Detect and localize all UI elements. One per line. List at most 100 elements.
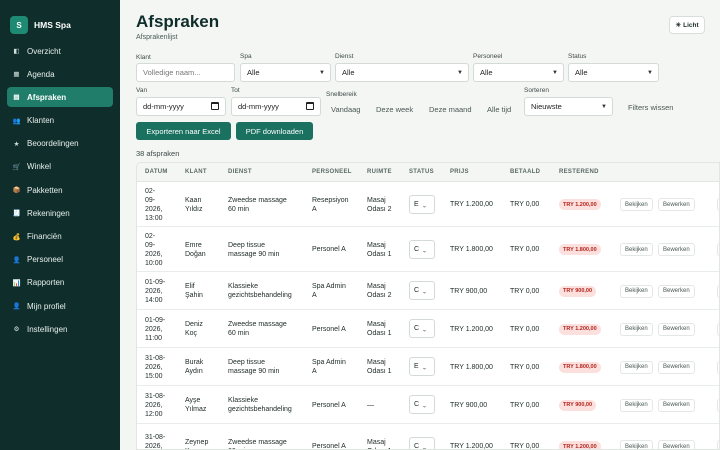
- sidebar-item-personeel[interactable]: 👤 Personeel: [7, 250, 113, 270]
- status-select[interactable]: C ⌃: [409, 319, 435, 338]
- client-cell-line: Deniz: [185, 321, 203, 328]
- sidebar-item-instellingen[interactable]: ⚙ Instellingen: [7, 319, 113, 339]
- status-value: C: [414, 442, 420, 450]
- status-select[interactable]: C ⌃: [409, 239, 435, 259]
- edit-button[interactable]: Bewerken: [658, 398, 695, 412]
- appointment-count: 38 afspraken: [136, 149, 180, 158]
- edit-button[interactable]: Bewerken: [658, 360, 695, 374]
- room-cell-line: Odası 1: [367, 330, 392, 337]
- service-select-value: Alle: [342, 68, 355, 77]
- spa-select-value: Alle: [247, 68, 260, 77]
- status-filter-label: Status: [568, 53, 587, 60]
- status-value: E: [414, 363, 419, 370]
- edit-button[interactable]: Bewerken: [658, 198, 695, 211]
- quick-all-time-button[interactable]: Alle tijd: [487, 105, 511, 114]
- date-cell: 02- 09- 2026, 10:00: [145, 232, 163, 268]
- view-button[interactable]: Bekijken: [620, 322, 653, 336]
- quick-this-week-button[interactable]: Deze week: [376, 105, 413, 114]
- status-select[interactable]: Alle ▼: [568, 63, 659, 82]
- quick-this-month-button[interactable]: Deze maand: [429, 105, 472, 114]
- theme-toggle-button[interactable]: ☀ Licht: [669, 16, 705, 34]
- status-select[interactable]: C ⌃: [409, 436, 435, 450]
- chevron-down-icon: ⌃: [422, 287, 428, 293]
- sidebar-item-overzicht[interactable]: ◧ Overzicht: [7, 41, 113, 61]
- quick-today-button[interactable]: Vandaag: [331, 105, 360, 114]
- sidebar-item-mijn-profiel[interactable]: 👤 Mijn profiel: [7, 296, 113, 316]
- staff-cell-line: Spa Admin: [312, 283, 346, 290]
- staff-select[interactable]: Alle ▼: [473, 63, 564, 82]
- staff-cell: Personel A: [312, 245, 346, 254]
- status-select-value: Alle: [575, 68, 588, 77]
- sidebar-item-rapporten[interactable]: 📊 Rapporten: [7, 273, 113, 293]
- status-select[interactable]: C ⌃: [409, 281, 435, 300]
- gear-icon: ⚙: [13, 326, 20, 334]
- to-date-input[interactable]: dd-mm-yyyy: [231, 97, 321, 116]
- sidebar-item-label: Personeel: [27, 255, 64, 265]
- status-value: C: [414, 287, 420, 294]
- chevron-down-icon: ▼: [647, 69, 653, 76]
- service-cell-line: Zweedse massage: [228, 438, 287, 446]
- package-icon: 📦: [12, 187, 21, 195]
- date-cell-line: 02-: [145, 232, 156, 240]
- paid-cell: TRY 0,00: [510, 443, 540, 450]
- calendar-icon: [211, 102, 219, 110]
- view-button[interactable]: Bekijken: [620, 440, 653, 449]
- sidebar-item-winkel[interactable]: 🛒 Winkel: [7, 157, 113, 177]
- spa-select[interactable]: Alle ▼: [240, 63, 331, 82]
- sidebar-item-beoordelingen[interactable]: ★ Beoordelingen: [7, 134, 113, 154]
- price-cell: TRY 900,00: [450, 287, 488, 295]
- status-select[interactable]: E ⌃: [409, 357, 435, 376]
- star-icon: ★: [13, 140, 20, 148]
- client-cell-line: Şahin: [185, 292, 203, 299]
- view-button[interactable]: Bekijken: [620, 398, 653, 412]
- profile-icon: 👤: [12, 303, 21, 311]
- view-button[interactable]: Bekijken: [620, 360, 653, 374]
- download-pdf-button[interactable]: PDF downloaden: [236, 122, 313, 140]
- export-excel-button[interactable]: Exporteren naar Excel: [136, 122, 231, 140]
- price-cell: TRY 1.800,00: [450, 246, 493, 253]
- client-cell-line: Zeynep: [185, 438, 209, 446]
- column-header-ruimte: RUIMTE: [367, 169, 392, 175]
- edit-button[interactable]: Bewerken: [658, 243, 695, 256]
- date-cell-line: 2026,: [145, 287, 163, 295]
- clear-filters-button[interactable]: Filters wissen: [628, 103, 673, 112]
- sidebar-item-pakketten[interactable]: 📦 Pakketten: [7, 180, 113, 200]
- sidebar-item-agenda[interactable]: ▦ Agenda: [7, 64, 113, 84]
- to-date-label: Tot: [231, 87, 240, 94]
- sidebar-item-klanten[interactable]: 👥 Klanten: [7, 111, 113, 131]
- sidebar-item-label: Overzicht: [27, 46, 61, 56]
- chevron-down-icon: ▼: [457, 69, 463, 76]
- view-button[interactable]: Bekijken: [620, 284, 653, 298]
- sort-select[interactable]: Nieuwste ▼: [524, 97, 613, 116]
- service-cell-line: Deep tissue: [228, 359, 265, 366]
- client-search-input[interactable]: Volledige naam...: [136, 63, 235, 82]
- client-cell-line: Yıldız: [185, 205, 203, 213]
- date-cell-line: 11:00: [145, 334, 162, 342]
- service-cell-line: Zweedse massage: [228, 196, 287, 204]
- date-cell-line: 13:00: [145, 214, 163, 222]
- client-cell: Burak Aydın: [185, 358, 203, 376]
- view-button[interactable]: Bekijken: [620, 198, 653, 211]
- money-bag-icon: 💰: [12, 233, 21, 241]
- view-button[interactable]: Bekijken: [620, 243, 653, 256]
- status-select[interactable]: C ⌃: [409, 395, 435, 414]
- paid-cell: TRY 0,00: [510, 325, 540, 333]
- client-cell-line: Kaya: [185, 447, 208, 450]
- sidebar-item-label: Instellingen: [27, 324, 68, 334]
- sidebar-item-afspraken[interactable]: ▤ Afspraken: [7, 87, 113, 108]
- from-date-input[interactable]: dd-mm-yyyy: [136, 97, 226, 116]
- chevron-down-icon: ▼: [319, 69, 325, 76]
- sidebar-item-financi-n[interactable]: 💰 Financiën: [7, 227, 113, 247]
- status-select[interactable]: E ⌃: [409, 194, 435, 214]
- sidebar-item-rekeningen[interactable]: 🧾 Rekeningen: [7, 203, 113, 223]
- edit-button[interactable]: Bewerken: [658, 284, 695, 298]
- service-select[interactable]: Alle ▼: [335, 63, 469, 82]
- room-cell: Masaj Odası 1: [367, 320, 392, 338]
- remaining-badge: TRY 1.200,00: [559, 441, 601, 449]
- price-cell: TRY 1.200,00: [450, 201, 493, 208]
- sidebar: S HMS Spa ◧ Overzicht ▦ Agenda ▤ Afspraken 👥 Kl…: [0, 0, 120, 450]
- service-cell: Zweedse massage 60 min: [228, 320, 287, 338]
- edit-button[interactable]: Bewerken: [658, 440, 695, 449]
- edit-button[interactable]: Bewerken: [658, 322, 695, 336]
- date-cell: 31-08- 2026, 12:00: [145, 392, 165, 419]
